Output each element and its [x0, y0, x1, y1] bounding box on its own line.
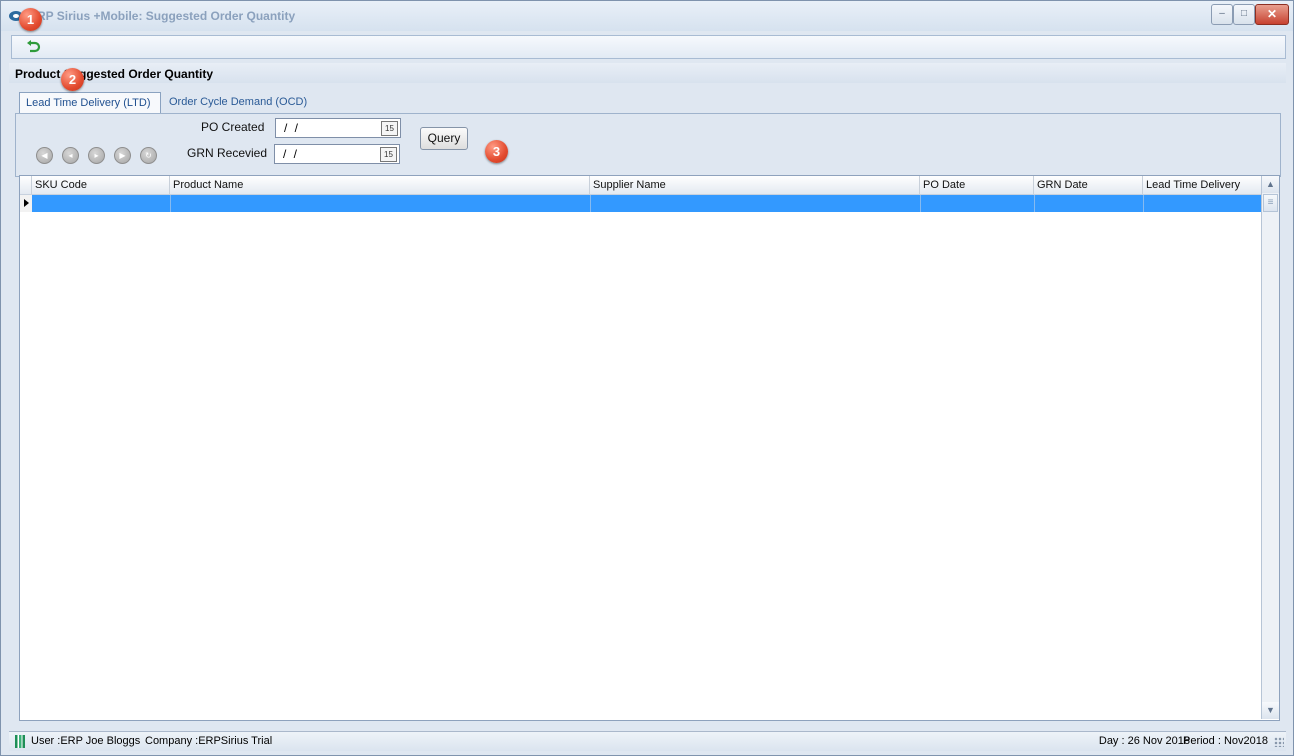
refresh-record-icon[interactable]: ↻	[140, 147, 157, 164]
page-title: Product Suggested Order Quantity	[15, 67, 214, 81]
filter-panel: ◀ ◂ ▸ ▶ ↻ PO Created / / 15 GRN Recevied…	[15, 113, 1281, 177]
application-window: ERP Sirius +Mobile: Suggested Order Quan…	[0, 0, 1294, 756]
cell-po-date[interactable]	[920, 195, 1034, 212]
callout-badge-3: 3	[485, 140, 508, 163]
column-header-supplier-name[interactable]: Supplier Name	[589, 176, 919, 194]
tab-order-cycle-demand[interactable]: Order Cycle Demand (OCD)	[163, 92, 315, 113]
po-created-date-value: / /	[284, 121, 301, 135]
status-period: Period : Nov2018	[1183, 735, 1268, 747]
column-header-product-name[interactable]: Product Name	[169, 176, 589, 194]
column-header-sku-code[interactable]: SKU Code	[31, 176, 170, 194]
minimize-button[interactable]: –	[1211, 4, 1233, 25]
calendar-icon[interactable]: 15	[380, 147, 397, 162]
previous-record-icon[interactable]: ◂	[62, 147, 79, 164]
window-title: ERP Sirius +Mobile: Suggested Order Quan…	[29, 9, 296, 23]
vertical-scrollbar[interactable]: ▲ ≡ ▼	[1261, 176, 1279, 719]
next-record-icon[interactable]: ▸	[88, 147, 105, 164]
status-app-icon	[15, 735, 25, 748]
toolbar	[11, 35, 1286, 59]
resize-grip-icon[interactable]	[1274, 737, 1284, 747]
maximize-button[interactable]: □	[1233, 4, 1255, 25]
current-row-arrow-icon	[24, 199, 29, 207]
calendar-icon[interactable]: 15	[381, 121, 398, 136]
grn-received-date-value: / /	[283, 147, 300, 161]
results-grid: SKU Code Product Name Supplier Name PO D…	[19, 175, 1280, 721]
refresh-icon[interactable]	[25, 39, 41, 55]
tab-lead-time-delivery[interactable]: Lead Time Delivery (LTD)	[19, 92, 161, 114]
scroll-up-icon[interactable]: ▲	[1262, 176, 1279, 193]
status-bar: User :ERP Joe Bloggs Company :ERPSirius …	[9, 731, 1286, 751]
first-record-icon[interactable]: ◀	[36, 147, 53, 164]
cell-sku-code[interactable]	[32, 195, 170, 212]
callout-badge-1: 1	[19, 8, 42, 31]
grn-received-label: GRN Recevied	[187, 146, 268, 160]
column-header-po-date[interactable]: PO Date	[919, 176, 1033, 194]
column-header-grn-date[interactable]: GRN Date	[1033, 176, 1142, 194]
scroll-thumb[interactable]: ≡	[1263, 194, 1278, 212]
grid-header: SKU Code Product Name Supplier Name PO D…	[20, 176, 1261, 195]
cell-grn-date[interactable]	[1034, 195, 1143, 212]
po-created-date-field[interactable]: / / 15	[275, 118, 401, 138]
cell-lead-time-delivery[interactable]	[1143, 195, 1261, 212]
scroll-down-icon[interactable]: ▼	[1262, 702, 1279, 719]
close-button[interactable]: ✕	[1255, 4, 1289, 25]
status-user: User :ERP Joe Bloggs	[31, 735, 141, 747]
grn-received-date-field[interactable]: / / 15	[274, 144, 400, 164]
cell-supplier-name[interactable]	[590, 195, 920, 212]
column-header-lead-time-delivery[interactable]: Lead Time Delivery	[1142, 176, 1261, 194]
status-company: Company :ERPSirius Trial	[145, 735, 273, 747]
title-bar[interactable]: ERP Sirius +Mobile: Suggested Order Quan…	[1, 1, 1293, 31]
table-row[interactable]	[32, 195, 1261, 212]
po-created-label: PO Created	[201, 120, 265, 134]
status-day: Day : 26 Nov 2018	[1098, 735, 1190, 747]
last-record-icon[interactable]: ▶	[114, 147, 131, 164]
cell-product-name[interactable]	[170, 195, 590, 212]
callout-badge-2: 2	[61, 68, 84, 91]
query-button[interactable]: Query	[420, 127, 468, 150]
